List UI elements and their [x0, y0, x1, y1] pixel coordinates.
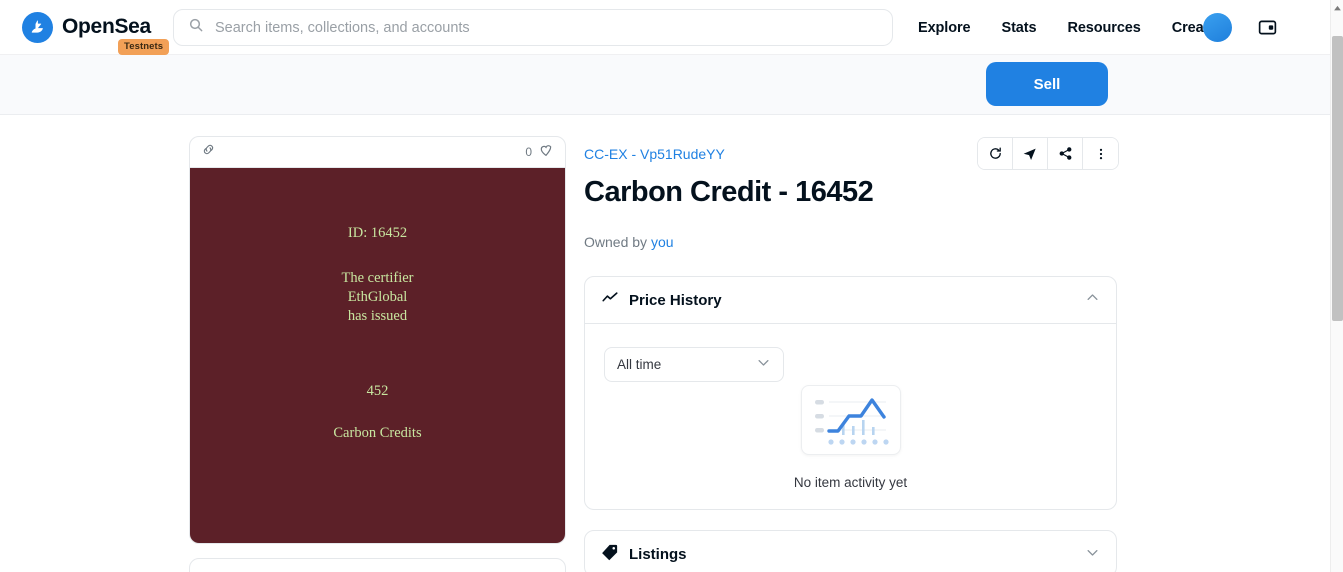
- secondary-action-bar: [0, 55, 1330, 115]
- nav-links: Explore Stats Resources Create: [918, 0, 1247, 55]
- nav-link-explore[interactable]: Explore: [918, 20, 971, 36]
- listings-title: Listings: [629, 546, 687, 563]
- refresh-metadata-button[interactable]: [978, 138, 1013, 169]
- artwork-certifier-block: The certifier EthGlobal has issued: [341, 269, 413, 326]
- listings-panel: Listings: [584, 530, 1117, 572]
- chevron-down-icon[interactable]: [756, 355, 771, 375]
- owner-link[interactable]: you: [651, 234, 674, 250]
- link-chain-icon[interactable]: [201, 142, 216, 162]
- nft-media-card: 0 ID: 16452 The certifier EthGlobal has …: [189, 136, 566, 544]
- artwork-cert-line-2: EthGlobal: [347, 289, 408, 305]
- owner-prefix: Owned by: [584, 234, 651, 250]
- price-history-title: Price History: [629, 291, 722, 309]
- like-group[interactable]: 0: [525, 142, 554, 163]
- chart-placeholder-icon: [800, 385, 901, 455]
- page-scrollbar[interactable]: [1330, 0, 1343, 572]
- more-options-button[interactable]: [1083, 138, 1118, 169]
- share-button[interactable]: [1048, 138, 1083, 169]
- owner-line: Owned by you: [584, 234, 674, 250]
- top-navigation-bar: OpenSea Testnets Explore Stats Resources…: [0, 0, 1330, 55]
- transfer-button[interactable]: [1013, 138, 1048, 169]
- scrollbar-thumb[interactable]: [1332, 36, 1343, 321]
- details-card-below: [189, 558, 566, 572]
- time-range-select[interactable]: All time: [604, 347, 784, 382]
- item-action-group: [977, 137, 1119, 170]
- price-tag-icon: [601, 543, 619, 566]
- artwork-cert-line-1: The certifier: [341, 270, 414, 286]
- chevron-up-icon[interactable]: [1085, 290, 1100, 310]
- chevron-down-icon[interactable]: [1085, 545, 1100, 565]
- opensea-item-page: OpenSea Testnets Explore Stats Resources…: [0, 0, 1343, 572]
- wallet-icon[interactable]: [1253, 13, 1281, 41]
- heart-outline-icon[interactable]: [538, 142, 554, 163]
- trend-line-icon: [601, 289, 619, 312]
- opensea-boat-icon: [22, 11, 53, 43]
- avatar[interactable]: [1203, 13, 1232, 42]
- nft-artwork: ID: 16452 The certifier EthGlobal has is…: [190, 168, 565, 543]
- brand-name-text: OpenSea: [62, 15, 151, 38]
- sell-button[interactable]: Sell: [986, 62, 1108, 106]
- search-bar[interactable]: [173, 9, 893, 46]
- artwork-id-line: ID: 16452: [347, 225, 408, 241]
- page-title: Carbon Credit - 16452: [584, 176, 874, 208]
- artwork-amount: 452: [366, 383, 389, 399]
- search-icon: [188, 17, 204, 38]
- price-history-empty-state: No item activity yet: [584, 385, 1117, 490]
- like-count: 0: [525, 145, 532, 159]
- artwork-cert-line-3: has issued: [347, 308, 408, 324]
- time-range-value: All time: [617, 357, 662, 372]
- empty-state-text: No item activity yet: [793, 475, 908, 490]
- search-input[interactable]: [215, 19, 878, 36]
- price-history-header[interactable]: Price History: [585, 277, 1116, 324]
- nav-link-resources[interactable]: Resources: [1067, 20, 1140, 36]
- nft-card-header: 0: [190, 137, 565, 168]
- collection-link[interactable]: CC-EX - Vp51RudeYY: [584, 146, 725, 162]
- listings-header[interactable]: Listings: [585, 531, 1116, 572]
- scroll-up-arrow-icon[interactable]: [1331, 2, 1343, 15]
- testnets-badge: Testnets: [118, 38, 170, 55]
- nav-link-stats[interactable]: Stats: [1002, 20, 1037, 36]
- artwork-unit: Carbon Credits: [333, 425, 422, 441]
- brand-logo[interactable]: OpenSea Testnets: [22, 11, 170, 55]
